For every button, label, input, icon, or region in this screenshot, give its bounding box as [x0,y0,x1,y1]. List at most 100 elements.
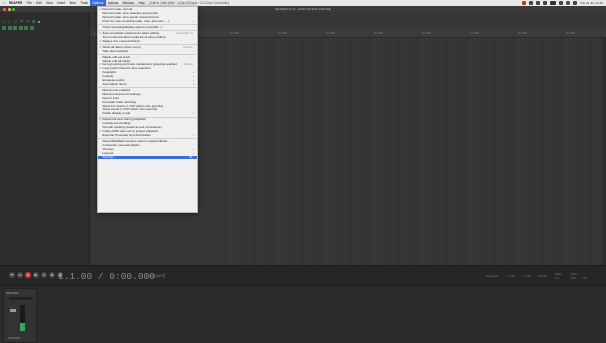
grid-line [290,38,291,265]
selection-length[interactable]: 0.0.00 [538,274,546,278]
options-menu-item-label: Always trim content behind ... [102,39,143,43]
clock[interactable]: Tue 21 Jun 11:15 [580,1,603,5]
wifi-icon[interactable] [558,1,563,5]
options-menu-item-label: Show FX inserts in TCP (when size permit… [102,104,163,108]
options-menu-item-label: Ripple edit all tracks [102,59,131,63]
redo-icon[interactable]: ↷ [26,20,30,24]
grid-line [410,38,411,265]
stop-button[interactable]: ■ [49,272,55,278]
tray-icon[interactable] [542,1,547,5]
play-state: [Stopped] [146,273,166,278]
options-menu-item[interactable]: Settings... ⌘, [98,155,197,160]
options-menu-item-label: Trim content behind media items when edi… [102,35,166,39]
grid-line [326,38,327,265]
bpm-value[interactable]: 120 [571,276,576,280]
checkmark-icon: ✓ [99,39,102,43]
control-center-icon[interactable] [572,1,577,5]
lock-toggle-icon[interactable] [35,26,39,30]
grid-line [578,38,579,265]
master-pan-knob[interactable] [9,297,33,300]
save-project-icon[interactable]: □ [14,20,18,24]
open-project-icon[interactable]: □ [8,20,12,24]
tray-icon[interactable] [528,1,533,5]
options-menu-item[interactable]: ✓ Always trim content behind ... [98,40,197,44]
edit-toolbar [2,26,39,30]
grid-icon[interactable] [2,26,6,30]
ruler-mark: 9.1.00 [566,31,575,35]
search-icon[interactable] [565,1,570,5]
options-menu-item-label: Record mode: normal [102,8,133,11]
record-button[interactable]: ● [25,272,31,278]
options-menu: ✓ Record mode: normal Record mode: time se… [97,6,198,213]
tray-icon[interactable] [521,1,526,5]
ruler-mark: 5.1.00 [374,31,383,35]
options-menu-item-label: Locking [102,75,114,79]
options-menu-item-label: Track recording/display options (overdub… [102,25,162,29]
selection-end[interactable]: 1.1.00 [522,274,530,278]
master-track-strip[interactable]: MASTER MASTER [3,288,37,343]
crossfade-icon[interactable] [29,26,34,30]
track-control-panel[interactable]: □ □ □ ↶ ↷ ⚙ ■ [0,12,90,265]
grid-line [314,38,315,265]
ruler-mark: 6.1.00 [422,31,431,35]
options-menu-item[interactable]: External Timecode Synchronization › [98,134,197,138]
ruler-mark: 7.1.00 [470,31,479,35]
undo-icon[interactable]: ↶ [20,20,24,24]
options-menu-item[interactable]: Prefs for new recording (start, stop, au… [98,20,197,24]
settings-icon[interactable]: ⚙ [32,20,36,24]
options-menu-item-label: External Timecode Synchronization [102,133,152,137]
master-volume-fader[interactable] [10,309,16,312]
options-menu-item-label: Customize menus/toolbars... [102,143,142,147]
zoom-window-button[interactable] [12,7,16,11]
options-menu-item-label: Themes [102,147,114,151]
ruler-mark: 8.1.00 [518,31,527,35]
play-button[interactable]: ▶ [33,272,39,278]
window-controls [3,7,16,11]
grid-line [470,38,471,265]
options-menu-item-label: Chase MIDI note-ons in project playback [102,130,159,134]
system-tray: Tue 21 Jun 11:15 [521,1,606,5]
grid-line [338,38,339,265]
options-menu-item-label: Metronome enabled [102,88,131,92]
repeat-button[interactable]: ↻ [41,272,47,278]
battery-icon[interactable] [549,1,556,5]
rate-value[interactable]: 1.0 [555,276,559,280]
snap-icon[interactable] [7,26,12,30]
ruler-mark: 2.1.00 [230,31,239,35]
ripple-icon[interactable] [13,26,17,30]
lock-icon[interactable]: ■ [38,20,42,24]
grid-line [542,38,543,265]
master-track-name: MASTER [6,291,19,295]
options-menu-item-label: Auto-crossfade media items when editing [102,31,160,35]
options-menu-item-label: Solo in front [102,96,120,100]
time-display[interactable]: 1.1.00 / 0:00.000 [58,271,155,282]
options-menu-item-label: Smooth seeking (seeks at end of measure) [102,126,162,130]
tray-icon[interactable] [535,1,540,5]
grid-line [506,38,507,265]
group-icon[interactable] [18,26,23,30]
options-menu-item-label: Autoscroll view during playback [102,118,146,122]
minimize-window-button[interactable] [7,7,11,11]
go-to-start-icon[interactable]: ⏮ [9,272,15,278]
submenu-arrow-icon: › [192,49,194,53]
close-window-button[interactable] [3,7,6,11]
options-menu-item-label: Continuous scrolling [102,122,131,126]
time-signature[interactable]: 4/4 [583,276,587,280]
options-menu-item-label: Show sends in TCP (when size permits) [102,108,158,112]
new-project-icon[interactable]: □ [2,20,6,24]
options-menu-item[interactable]: Take lane behavior › [98,50,197,54]
options-menu-item[interactable]: Automation items › [98,83,197,87]
options-menu-item[interactable]: Track recording/display options (overdub… [98,26,197,30]
grid-line [458,38,459,265]
ruler-mark: 4.1.00 [326,31,335,35]
vertical-scrollbar[interactable] [602,38,606,265]
grid-line [590,38,591,265]
selection-start[interactable]: 1.1.00 [506,274,514,278]
shortcut-label: ⌘, [189,155,193,159]
options-menu-item[interactable]: Peaks display mode › [98,112,197,116]
envelope-icon[interactable] [24,26,28,30]
mixer-panel: MASTER MASTER [0,285,606,343]
go-to-end-icon[interactable]: ⏭ [17,272,23,278]
main-toolbar: □ □ □ ↶ ↷ ⚙ ■ [2,20,42,24]
submenu-arrow-icon: › [192,112,194,116]
